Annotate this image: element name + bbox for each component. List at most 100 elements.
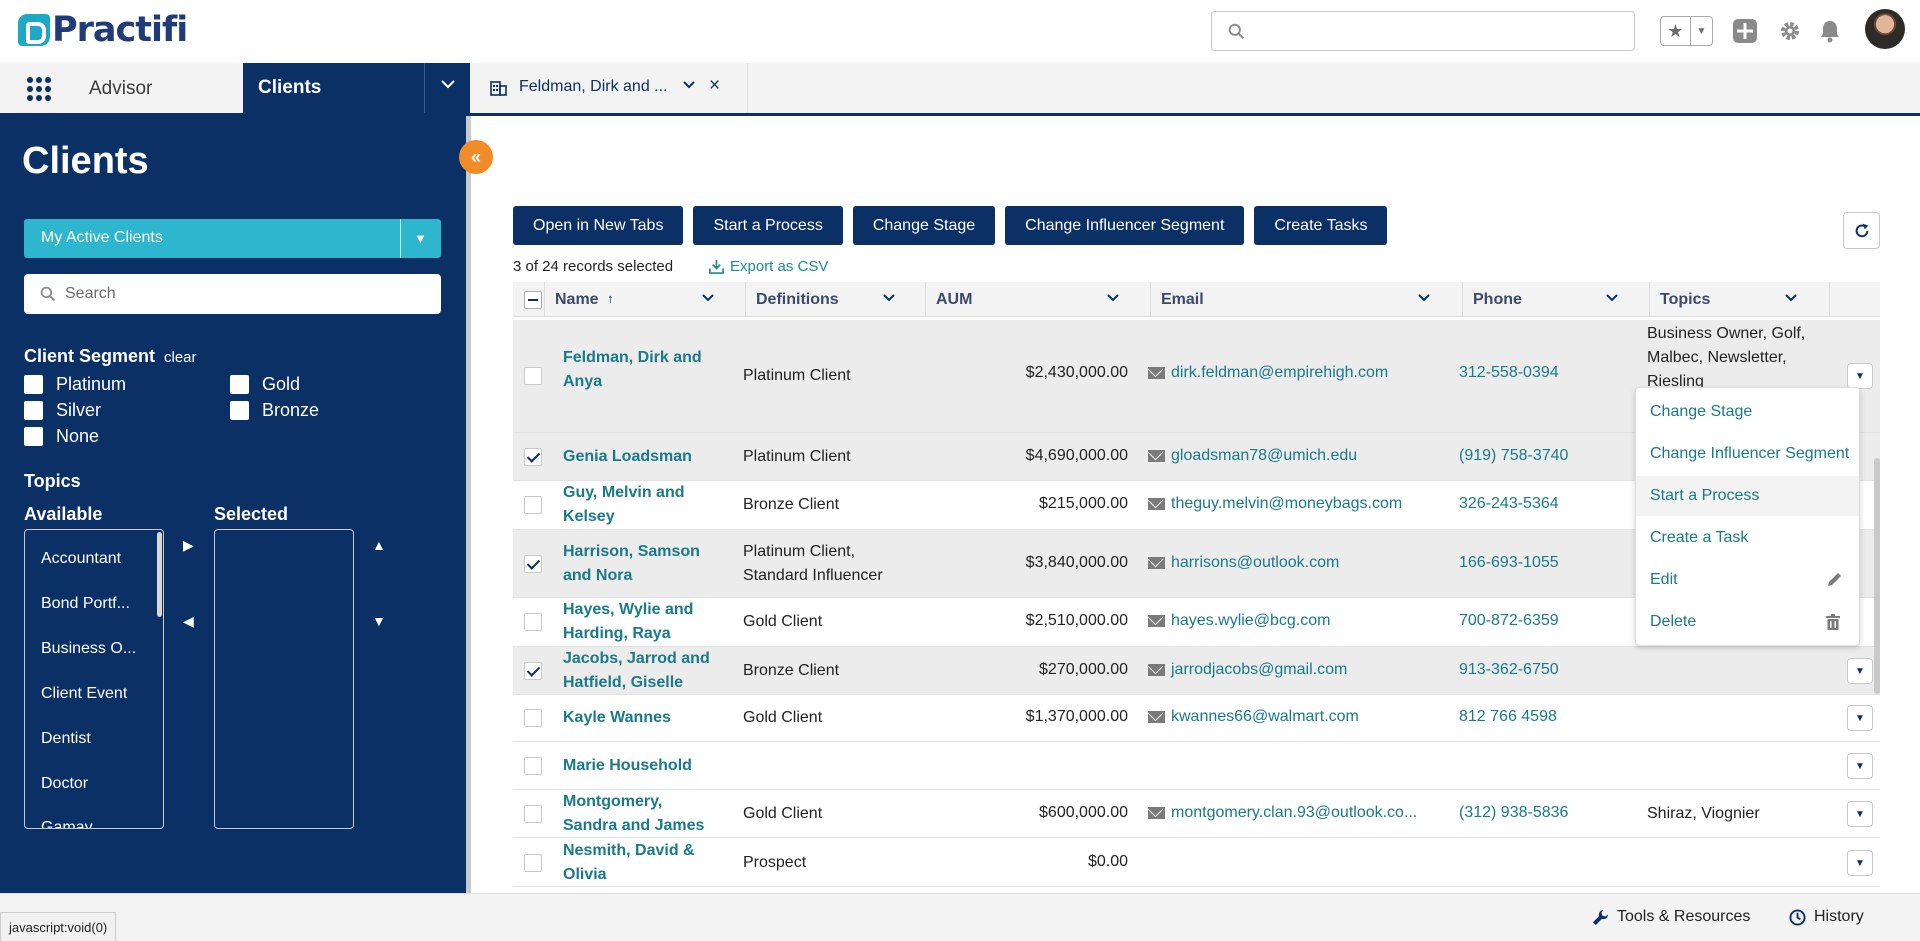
export-csv-link[interactable]: Export as CSV: [709, 258, 828, 275]
client-name-link[interactable]: Kayle Wannes: [563, 706, 671, 730]
email-link[interactable]: gloadsman78@umich.edu: [1148, 447, 1357, 465]
email-link[interactable]: hayes.wylie@bcg.com: [1148, 612, 1330, 630]
list-item[interactable]: Bond Portf...: [41, 595, 130, 613]
row-checkbox[interactable]: [524, 805, 542, 823]
chevron-down-icon[interactable]: [1605, 291, 1619, 306]
row-checkbox[interactable]: [524, 367, 542, 385]
history-link[interactable]: History: [1789, 908, 1864, 926]
dropdown-arrow-icon[interactable]: ▼: [414, 231, 427, 246]
list-item[interactable]: Doctor: [41, 775, 88, 793]
client-name-link[interactable]: Genia Loadsman: [563, 445, 692, 469]
chevron-down-icon[interactable]: [882, 291, 896, 306]
close-tab-icon[interactable]: ×: [709, 75, 720, 97]
list-item[interactable]: Client Event: [41, 685, 127, 703]
start-process-button[interactable]: Start a Process: [693, 206, 843, 245]
list-item[interactable]: Accountant: [41, 550, 121, 568]
global-actions-add-icon[interactable]: [1732, 18, 1758, 44]
practifi-logo[interactable]: Practifi: [18, 10, 188, 50]
open-in-new-tabs-button[interactable]: Open in New Tabs: [513, 206, 684, 245]
phone-link[interactable]: 312-558-0394: [1459, 364, 1559, 382]
phone-link[interactable]: 326-243-5364: [1459, 495, 1559, 513]
client-search-input[interactable]: Search: [24, 274, 441, 314]
tab-record-feldman[interactable]: Feldman, Dirk and ... ×: [476, 63, 748, 113]
email-link[interactable]: montgomery.clan.93@outlook.co...: [1148, 804, 1417, 822]
list-item[interactable]: Business O...: [41, 640, 136, 658]
phone-link[interactable]: 166-693-1055: [1459, 554, 1559, 572]
column-header-aum[interactable]: AUM: [926, 282, 1151, 317]
row-actions-dropdown[interactable]: ▼: [1847, 753, 1873, 779]
move-left-icon[interactable]: ◀: [183, 613, 194, 630]
chevron-down-icon[interactable]: [1106, 291, 1120, 306]
row-actions-dropdown[interactable]: ▼: [1847, 363, 1873, 389]
row-checkbox[interactable]: [524, 448, 542, 466]
collapse-panel-button[interactable]: «: [459, 140, 493, 174]
sort-ascending-icon[interactable]: ↑: [607, 291, 614, 306]
chevron-down-icon[interactable]: [1417, 291, 1431, 306]
favorites-dropdown-icon[interactable]: ▼: [1691, 17, 1712, 45]
user-avatar[interactable]: [1865, 9, 1905, 49]
list-scrollbar[interactable]: [157, 532, 162, 617]
move-up-icon[interactable]: ▲: [372, 537, 386, 553]
list-item[interactable]: Gamay: [41, 819, 93, 828]
chevron-down-icon[interactable]: [701, 291, 715, 306]
row-checkbox[interactable]: [524, 854, 542, 872]
chevron-down-icon[interactable]: [440, 77, 456, 95]
move-right-icon[interactable]: ▶: [183, 537, 194, 554]
row-checkbox[interactable]: [524, 555, 542, 573]
favorites-button[interactable]: ★ ▼: [1660, 16, 1713, 46]
client-name-link[interactable]: Montgomery, Sandra and James: [563, 790, 704, 838]
available-topics-list[interactable]: Accountant Bond Portf... Business O... C…: [24, 529, 164, 829]
client-name-link[interactable]: Feldman, Dirk and Anya: [563, 346, 702, 394]
table-scrollbar[interactable]: [1874, 458, 1880, 694]
change-stage-button[interactable]: Change Stage: [852, 206, 996, 245]
email-link[interactable]: theguy.melvin@moneybags.com: [1148, 495, 1402, 513]
segment-clear-link[interactable]: clear: [164, 349, 197, 366]
menu-item-edit[interactable]: Edit: [1636, 560, 1859, 600]
column-header-email[interactable]: Email: [1151, 282, 1463, 317]
segment-checkbox-silver[interactable]: Silver: [24, 400, 101, 421]
segment-checkbox-bronze[interactable]: Bronze: [230, 400, 319, 421]
column-header-topics[interactable]: Topics: [1650, 282, 1830, 317]
select-all-checkbox[interactable]: [524, 291, 542, 309]
client-name-link[interactable]: Marie Household: [563, 754, 692, 778]
menu-item-start-process[interactable]: Start a Process: [1636, 476, 1859, 516]
menu-item-change-stage[interactable]: Change Stage: [1636, 392, 1859, 432]
row-checkbox[interactable]: [524, 709, 542, 727]
row-actions-dropdown[interactable]: ▼: [1847, 658, 1873, 684]
global-search-input[interactable]: [1211, 11, 1635, 51]
menu-item-delete[interactable]: Delete: [1636, 602, 1859, 642]
email-link[interactable]: jarrodjacobs@gmail.com: [1148, 661, 1347, 679]
client-name-link[interactable]: Jacobs, Jarrod and Hatfield, Giselle: [563, 647, 710, 695]
chevron-down-icon[interactable]: [1784, 291, 1798, 306]
email-link[interactable]: dirk.feldman@empirehigh.com: [1148, 364, 1388, 382]
list-item[interactable]: Dentist: [41, 730, 91, 748]
phone-link[interactable]: (919) 758-3740: [1459, 447, 1568, 465]
client-name-link[interactable]: Harrison, Samson and Nora: [563, 540, 700, 588]
phone-link[interactable]: 700-872-6359: [1459, 612, 1559, 630]
segment-checkbox-none[interactable]: None: [24, 426, 99, 447]
app-launcher-icon[interactable]: [27, 77, 51, 101]
tools-resources-link[interactable]: Tools & Resources: [1592, 908, 1750, 926]
phone-link[interactable]: (312) 938-5836: [1459, 804, 1568, 822]
phone-link[interactable]: 913-362-6750: [1459, 661, 1559, 679]
gear-icon[interactable]: [1777, 18, 1803, 44]
chevron-down-icon[interactable]: [682, 78, 696, 93]
nav-item-clients[interactable]: Clients: [243, 63, 470, 113]
menu-item-change-influencer-segment[interactable]: Change Influencer Segment: [1636, 434, 1859, 474]
table-row[interactable]: Marie Household ▼: [513, 742, 1880, 790]
table-row[interactable]: Jacobs, Jarrod and Hatfield, Giselle Bron…: [513, 647, 1880, 695]
row-checkbox[interactable]: [524, 613, 542, 631]
notifications-bell-icon[interactable]: [1817, 18, 1843, 44]
panel-resize-handle[interactable]: [466, 116, 471, 893]
client-name-link[interactable]: Hayes, Wylie and Harding, Raya: [563, 598, 693, 646]
segment-checkbox-gold[interactable]: Gold: [230, 374, 300, 395]
row-checkbox[interactable]: [524, 496, 542, 514]
column-header-name[interactable]: Name ↑: [545, 282, 746, 317]
email-link[interactable]: kwannes66@walmart.com: [1148, 708, 1359, 726]
phone-link[interactable]: 812 766 4598: [1459, 708, 1557, 726]
row-actions-dropdown[interactable]: ▼: [1847, 801, 1873, 827]
list-view-selector[interactable]: My Active Clients ▼: [24, 219, 441, 258]
row-actions-dropdown[interactable]: ▼: [1847, 705, 1873, 731]
refresh-icon[interactable]: [1843, 212, 1880, 249]
table-row[interactable]: Montgomery, Sandra and James Gold Client …: [513, 790, 1880, 838]
